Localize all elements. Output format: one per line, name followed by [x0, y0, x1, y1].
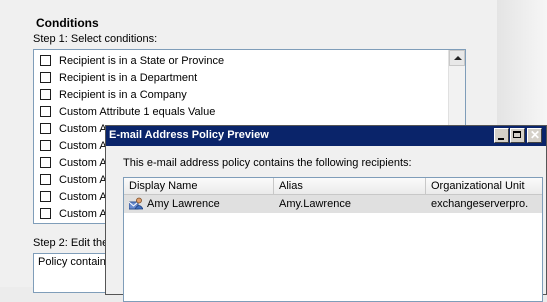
- condition-label: Recipient is in a Department: [59, 71, 198, 84]
- condition-checkbox[interactable]: [40, 89, 51, 100]
- recipients-grid[interactable]: Display Name Alias Organizational Unit A…: [123, 177, 543, 302]
- condition-item[interactable]: Custom Attribute 1 equals Value: [40, 103, 215, 120]
- conditions-heading: Conditions: [36, 16, 99, 30]
- condition-item[interactable]: Custom A: [40, 171, 107, 188]
- cell-alias: Amy.Lawrence: [279, 198, 351, 210]
- cell-display-name: Amy Lawrence: [147, 198, 220, 210]
- policy-preview-dialog: E-mail Address Policy Preview ✕ This e-m…: [105, 125, 547, 302]
- condition-item[interactable]: Recipient is in a Company: [40, 86, 187, 103]
- step2-label: Step 2: Edit the: [33, 237, 109, 249]
- condition-item[interactable]: Custom A: [40, 120, 107, 137]
- column-header-organizational-unit[interactable]: Organizational Unit: [426, 178, 542, 194]
- scroll-up-arrow-icon[interactable]: [449, 50, 465, 66]
- condition-label: Recipient is in a Company: [59, 88, 187, 101]
- condition-item[interactable]: Custom A: [40, 188, 107, 205]
- condition-label: Custom A: [59, 139, 107, 152]
- condition-label: Custom A: [59, 207, 107, 220]
- cell-organizational-unit: exchangeserverpro.: [431, 198, 529, 210]
- column-header-alias[interactable]: Alias: [274, 178, 426, 194]
- condition-label: Custom A: [59, 173, 107, 186]
- condition-item[interactable]: Custom A: [40, 205, 107, 222]
- condition-checkbox[interactable]: [40, 157, 51, 168]
- close-icon: ✕: [530, 128, 541, 142]
- condition-checkbox[interactable]: [40, 191, 51, 202]
- minimize-button[interactable]: [494, 128, 509, 143]
- condition-checkbox[interactable]: [40, 72, 51, 83]
- condition-checkbox[interactable]: [40, 174, 51, 185]
- maximize-button[interactable]: [510, 128, 525, 143]
- condition-label: Recipient is in a State or Province: [59, 54, 225, 67]
- table-row[interactable]: Amy Lawrence Amy.Lawrence exchangeserver…: [124, 195, 542, 213]
- dialog-titlebar[interactable]: E-mail Address Policy Preview ✕: [106, 126, 546, 146]
- dialog-title: E-mail Address Policy Preview: [109, 129, 269, 141]
- condition-item[interactable]: Custom A: [40, 154, 107, 171]
- column-header-display-name[interactable]: Display Name: [124, 178, 274, 194]
- condition-checkbox[interactable]: [40, 55, 51, 66]
- condition-label: Custom Attribute 1 equals Value: [59, 105, 216, 118]
- dialog-description: This e-mail address policy contains the …: [123, 157, 412, 169]
- condition-checkbox[interactable]: [40, 106, 51, 117]
- step1-label: Step 1: Select conditions:: [33, 33, 158, 45]
- condition-item[interactable]: Recipient is in a State or Province: [40, 52, 224, 69]
- user-mailbox-icon: [129, 197, 143, 210]
- condition-checkbox[interactable]: [40, 208, 51, 219]
- condition-label: Custom A: [59, 122, 107, 135]
- condition-checkbox[interactable]: [40, 140, 51, 151]
- close-button[interactable]: ✕: [527, 128, 542, 143]
- condition-item[interactable]: Custom A: [40, 137, 107, 154]
- condition-label: Custom A: [59, 156, 107, 169]
- condition-label: Custom A: [59, 190, 107, 203]
- condition-item[interactable]: Recipient is in a Department: [40, 69, 197, 86]
- grid-header: Display Name Alias Organizational Unit: [124, 178, 542, 195]
- condition-checkbox[interactable]: [40, 123, 51, 134]
